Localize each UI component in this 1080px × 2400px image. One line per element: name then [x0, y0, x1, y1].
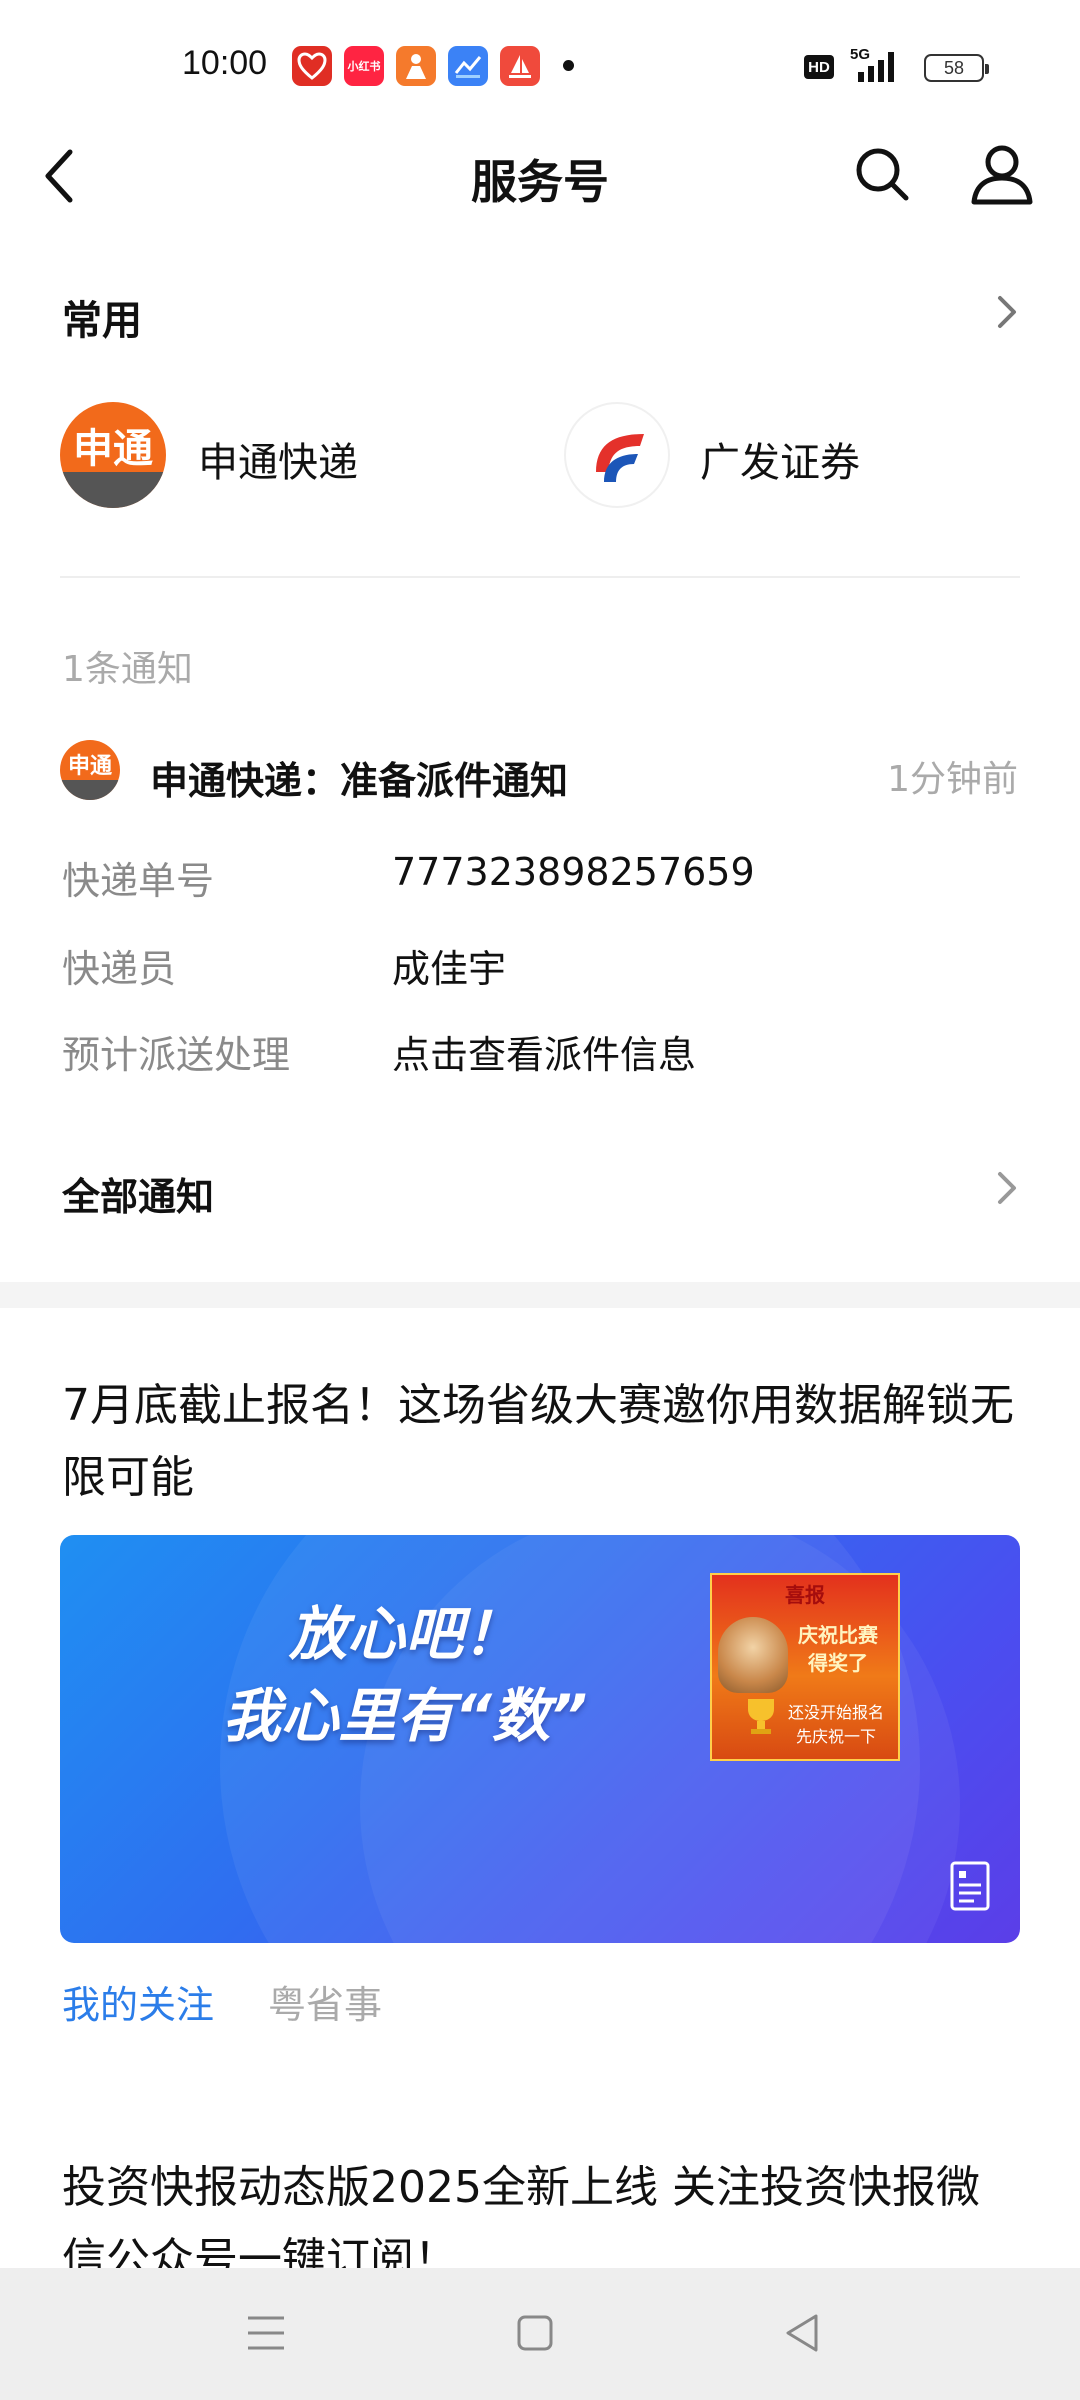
poster-line2: 得奖了 [808, 1651, 868, 1675]
article-title[interactable]: 7月底截止报名！这场省级大赛邀你用数据解锁无限可能 [62, 1370, 1022, 1514]
tracking-number-value: 777323898257659 [392, 850, 755, 894]
article2-title[interactable]: 投资快报动态版2025全新上线 关注投资快报微信公众号一键订阅！ [62, 2152, 1022, 2268]
courier-value: 成佳宇 [392, 947, 507, 991]
banner-line2: 我心里有“数” [222, 1682, 588, 1750]
frequent-more-button[interactable] [992, 292, 1022, 332]
chevron-right-icon [998, 296, 1016, 328]
home-square-icon [517, 2315, 553, 2351]
service-item-gf[interactable]: 广发证券 [564, 402, 1004, 510]
search-button[interactable] [854, 146, 910, 202]
source-tag[interactable]: 粤省事 [268, 1974, 382, 2029]
status-time: 10:00 [182, 44, 268, 82]
frequent-section-title: 常用 [62, 298, 142, 344]
tracking-number-label: 快递单号 [62, 859, 215, 903]
profile-button[interactable] [970, 144, 1034, 206]
nav-back-button[interactable] [782, 2312, 822, 2354]
gf-logo-icon [564, 402, 670, 508]
service-name-gf: 广发证券 [700, 440, 860, 486]
sto-logo-text: 申通 [73, 426, 153, 472]
figure-app-icon [396, 46, 436, 86]
delivery-label: 预计派送处理 [62, 1033, 291, 1077]
notification-dot [563, 60, 574, 71]
delivery-link[interactable]: 点击查看派件信息 [392, 1024, 696, 1079]
notification-count: 1条通知 [62, 649, 193, 690]
triangle-back-icon [786, 2314, 818, 2352]
sto-small-logo-text: 申通 [67, 754, 112, 779]
page-title: 服务号 [471, 155, 609, 209]
sto-small-logo-icon: 申通 [60, 740, 120, 800]
notification-time: 1分钟前 [887, 759, 1018, 800]
pinduoduo-app-icon [292, 46, 332, 86]
search-icon [856, 148, 909, 201]
courier-label: 快递员 [62, 947, 177, 991]
article-banner[interactable]: 放心吧！ 我心里有“数” 喜报 庆祝比赛 得奖了 还没开始报名 先庆祝一下 [60, 1535, 1020, 1943]
cat-image [718, 1617, 788, 1693]
poster-line1: 庆祝比赛 [798, 1623, 878, 1647]
menu-icon [248, 2316, 284, 2350]
section-divider [60, 576, 1020, 578]
service-item-sto[interactable]: 申通 申通快递 [60, 402, 480, 510]
signal-icon: 5G [846, 46, 910, 84]
sto-logo-icon: 申通 [60, 402, 166, 508]
notification-title[interactable]: 申通快递：准备派件通知 [150, 750, 568, 805]
poster-line4: 先庆祝一下 [795, 1727, 876, 1746]
all-notifications-chevron[interactable] [992, 1168, 1022, 1208]
chevron-right-icon [998, 1172, 1016, 1204]
section-gap [0, 1282, 1080, 1308]
chart-app-icon [448, 46, 488, 86]
home-button[interactable] [516, 2314, 554, 2352]
sail-app-icon [500, 46, 540, 86]
service-name-sto: 申通快递 [198, 440, 358, 486]
poster-header: 喜报 [785, 1583, 825, 1607]
my-follow-tag[interactable]: 我的关注 [62, 1974, 214, 2029]
all-notifications-link[interactable]: 全部通知 [62, 1166, 214, 1221]
document-icon [950, 1861, 990, 1911]
menu-button[interactable] [246, 2314, 286, 2352]
banner-line1: 放心吧！ [288, 1600, 521, 1668]
poster-line3: 还没开始报名 [787, 1703, 884, 1722]
hd-badge: HD [804, 55, 834, 79]
user-icon [971, 145, 1033, 205]
battery-indicator: 58 [924, 54, 989, 82]
xiaohongshu-app-icon: 小红书 [344, 46, 384, 86]
celebration-poster: 喜报 庆祝比赛 得奖了 还没开始报名 先庆祝一下 [710, 1573, 900, 1761]
